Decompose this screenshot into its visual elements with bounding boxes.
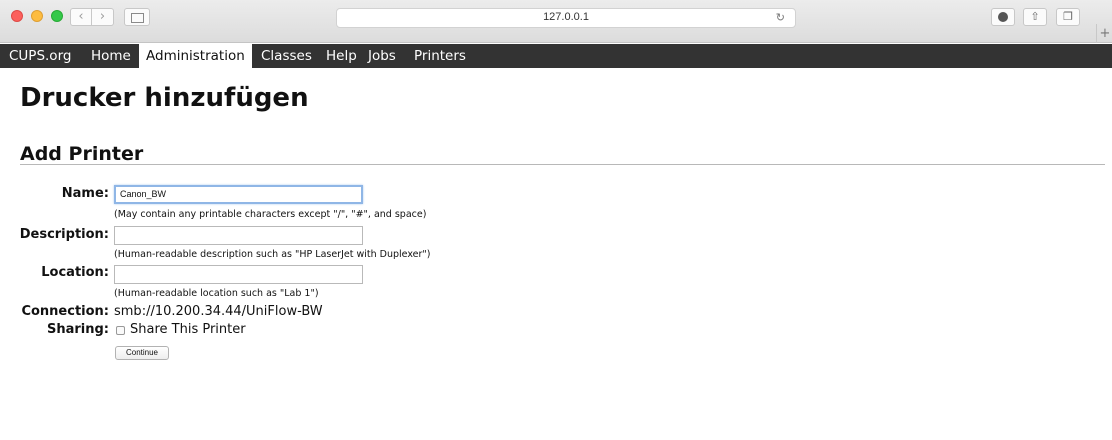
name-label: Name: bbox=[61, 186, 109, 201]
section-title: Add Printer bbox=[20, 143, 144, 165]
connection-label: Connection: bbox=[21, 304, 109, 319]
nav-item-jobs[interactable]: Jobs bbox=[361, 44, 403, 68]
nav-item-home[interactable]: Home bbox=[84, 44, 138, 68]
sidebar-icon bbox=[130, 13, 144, 23]
name-hint: (May contain any printable characters ex… bbox=[114, 209, 427, 220]
close-window-icon[interactable] bbox=[11, 10, 23, 22]
forward-button[interactable]: › bbox=[92, 8, 114, 26]
location-hint: (Human-readable location such as "Lab 1"… bbox=[114, 288, 319, 299]
url-text: 127.0.0.1 bbox=[543, 11, 589, 23]
nav-item-help[interactable]: Help bbox=[319, 44, 364, 68]
description-label: Description: bbox=[19, 227, 109, 242]
share-printer-checkbox[interactable] bbox=[116, 326, 125, 335]
reload-icon[interactable]: ↻ bbox=[776, 11, 785, 24]
description-field[interactable] bbox=[114, 226, 363, 245]
download-icon bbox=[998, 12, 1008, 22]
nav-item-printers[interactable]: Printers bbox=[407, 44, 473, 68]
chevron-left-icon: ‹ bbox=[78, 9, 84, 24]
chevron-right-icon: › bbox=[99, 9, 106, 24]
section-divider bbox=[20, 164, 1105, 165]
sidebar-toggle-button[interactable] bbox=[124, 8, 150, 26]
page-title: Drucker hinzufügen bbox=[20, 83, 309, 113]
downloads-button[interactable] bbox=[991, 8, 1015, 26]
connection-value: smb://10.200.34.44/UniFlow-BW bbox=[114, 304, 323, 319]
nav-item-cups-org[interactable]: CUPS.org bbox=[2, 44, 78, 68]
new-tab-button[interactable]: + bbox=[1096, 24, 1112, 43]
share-printer-label[interactable]: Share This Printer bbox=[130, 322, 246, 338]
minimize-window-icon[interactable] bbox=[31, 10, 43, 22]
zoom-window-icon[interactable] bbox=[51, 10, 63, 22]
nav-item-classes[interactable]: Classes bbox=[254, 44, 319, 68]
location-field[interactable] bbox=[114, 265, 363, 284]
browser-toolbar: ‹ › 127.0.0.1 ↻ ⇧ ❐ + bbox=[0, 0, 1112, 43]
nav-item-administration[interactable]: Administration bbox=[139, 44, 252, 68]
tab-overview-button[interactable]: ❐ bbox=[1056, 8, 1080, 26]
address-bar[interactable]: 127.0.0.1 ↻ bbox=[336, 8, 796, 28]
continue-button[interactable]: Continue bbox=[115, 346, 169, 360]
description-hint: (Human-readable description such as "HP … bbox=[114, 249, 431, 260]
share-button[interactable]: ⇧ bbox=[1023, 8, 1047, 26]
location-label: Location: bbox=[41, 265, 109, 280]
tabs-icon: ❐ bbox=[1063, 10, 1073, 23]
share-icon: ⇧ bbox=[1030, 10, 1040, 23]
cups-nav-bar: CUPS.org Home Administration Classes Hel… bbox=[0, 44, 1112, 68]
back-button[interactable]: ‹ bbox=[70, 8, 92, 26]
name-field[interactable]: Canon_BW bbox=[114, 185, 363, 204]
sharing-label: Sharing: bbox=[46, 322, 109, 337]
